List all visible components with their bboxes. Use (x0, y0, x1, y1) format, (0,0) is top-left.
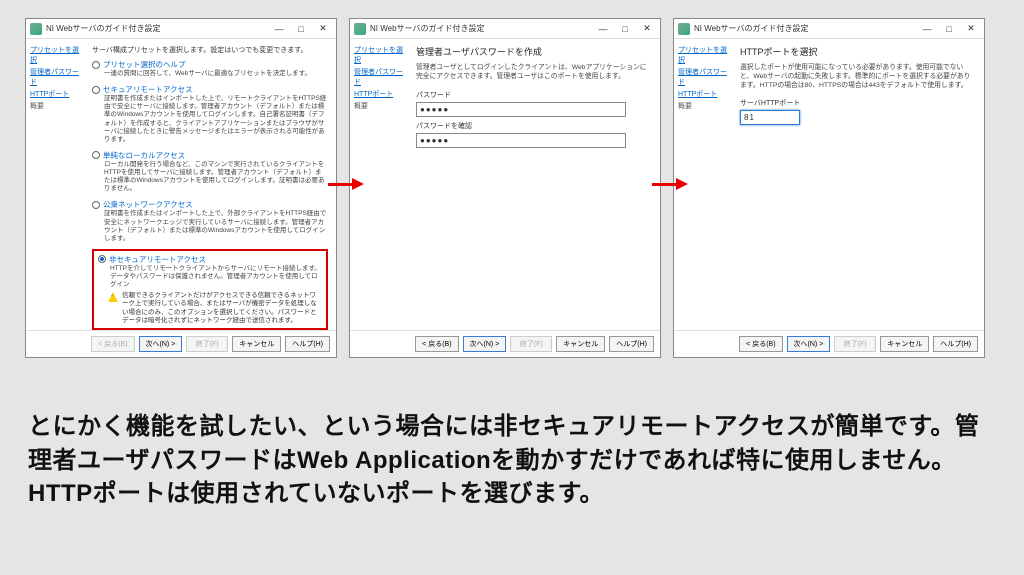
help-button[interactable]: ヘルプ(H) (285, 336, 330, 352)
content-pane: HTTPポートを選択 選択したポートが使用可能になっている必要があります。使用可… (736, 39, 984, 330)
cancel-button[interactable]: キャンセル (232, 336, 281, 352)
port-input[interactable]: 81 (740, 110, 800, 125)
option-title: 非セキュアリモートアクセス (109, 254, 206, 265)
option-desc: ローカル開発を行う場合など、このマシンで実行されているクライアントをHTTPを使… (92, 161, 328, 194)
radio-icon (92, 86, 100, 94)
page-subtext: 選択したポートが使用可能になっている必要があります。使用可能でないと、Webサー… (740, 64, 976, 90)
radio-icon (92, 151, 100, 159)
sidebar-item-summary: 概要 (678, 101, 732, 111)
option-title: プリセット選択のヘルプ (103, 59, 186, 70)
sidebar-item-httpport[interactable]: HTTPポート (354, 89, 408, 99)
annotation-caption: とにかく機能を試したい、という場合には非セキュアリモートアクセスが簡単です。管理… (28, 410, 1000, 511)
maximize-button[interactable]: □ (938, 21, 960, 37)
option-title: 単純なローカルアクセス (103, 150, 185, 161)
port-label: サーバHTTPポート (740, 98, 976, 108)
window-title: NI Webサーバのガイド付き設定 (694, 23, 916, 34)
cancel-button[interactable]: キャンセル (556, 336, 605, 352)
sidebar-item-password[interactable]: 管理者パスワード (678, 67, 732, 87)
sidebar-item-password[interactable]: 管理者パスワード (30, 67, 84, 87)
minimize-button[interactable]: — (268, 21, 290, 37)
arrow-icon (652, 178, 688, 190)
content-pane: 管理者ユーザパスワードを作成 管理者ユーザとしてログインしたクライアントは、We… (412, 39, 660, 330)
warning-row: 信頼できるクライアントだけがアクセスできる信頼できるネットワーク上で実行している… (98, 292, 322, 325)
option-desc: 証明書を作成またはインポートした上で、外部クライアントをHTTPS経由で安全にネ… (92, 210, 328, 243)
back-button: < 戻る(B) (91, 336, 134, 352)
next-button[interactable]: 次へ(N) > (139, 336, 183, 352)
page-subtext: 管理者ユーザとしてログインしたクライアントは、Webアプリケーションに完全にアク… (416, 64, 652, 82)
content-pane: サーバ構成プリセットを選択します。設定はいつでも変更できます。 プリセット選択の… (88, 39, 336, 330)
minimize-button[interactable]: — (916, 21, 938, 37)
app-icon (678, 23, 690, 35)
close-button[interactable]: ✕ (960, 21, 982, 37)
maximize-button[interactable]: □ (614, 21, 636, 37)
radio-icon (92, 61, 100, 69)
sidebar-item-preset[interactable]: プリセットを選択 (354, 45, 408, 65)
close-button[interactable]: ✕ (312, 21, 334, 37)
password-confirm-input[interactable]: ●●●●● (416, 133, 626, 148)
option-title: セキュアリモートアクセス (103, 84, 192, 95)
sidebar-item-summary: 概要 (30, 101, 84, 111)
window-http-port: NI Webサーバのガイド付き設定 — □ ✕ プリセットを選択 管理者パスワー… (673, 18, 985, 358)
radio-icon-selected (98, 255, 106, 263)
option-desc: 一連の質問に回答して、Webサーバに最適なプリセットを決定します。 (92, 70, 328, 78)
finish-button: 終了(F) (834, 336, 876, 352)
finish-button: 終了(F) (510, 336, 552, 352)
option-desc: 証明書を作成またはインポートした上で、リモートクライアントをHTTPS経由で安全… (92, 95, 328, 144)
warning-icon (108, 292, 118, 302)
top-note: サーバ構成プリセットを選択します。設定はいつでも変更できます。 (92, 45, 328, 55)
password-confirm-label: パスワードを確認 (416, 121, 652, 131)
highlighted-option-box: 非セキュアリモートアクセス HTTPを介してリモートクライアントからサーバにリモ… (92, 249, 328, 330)
sidebar-item-password[interactable]: 管理者パスワード (354, 67, 408, 87)
page-heading: HTTPポートを選択 (740, 45, 976, 58)
warning-text: 信頼できるクライアントだけがアクセスできる信頼できるネットワーク上で実行している… (122, 292, 322, 325)
next-button[interactable]: 次へ(N) > (463, 336, 507, 352)
radio-icon (92, 201, 100, 209)
button-bar: < 戻る(B) 次へ(N) > 終了(F) キャンセル ヘルプ(H) (26, 330, 336, 357)
arrow-icon (328, 178, 364, 190)
close-button[interactable]: ✕ (636, 21, 658, 37)
password-input[interactable]: ●●●●● (416, 102, 626, 117)
button-bar: < 戻る(B) 次へ(N) > 終了(F) キャンセル ヘルプ(H) (350, 330, 660, 357)
help-button[interactable]: ヘルプ(H) (609, 336, 654, 352)
finish-button: 終了(F) (186, 336, 228, 352)
option-simple-local[interactable]: 単純なローカルアクセス ローカル開発を行う場合など、このマシンで実行されているク… (92, 150, 328, 194)
app-icon (354, 23, 366, 35)
app-icon (30, 23, 42, 35)
cancel-button[interactable]: キャンセル (880, 336, 929, 352)
sidebar-item-preset[interactable]: プリセットを選択 (678, 45, 732, 65)
titlebar: NI Webサーバのガイド付き設定 — □ ✕ (674, 19, 984, 39)
window-title: NI Webサーバのガイド付き設定 (46, 23, 268, 34)
option-desc: HTTPを介してリモートクライアントからサーバにリモート接続します。データやパス… (98, 265, 322, 289)
titlebar: NI Webサーバのガイド付き設定 — □ ✕ (26, 19, 336, 39)
button-bar: < 戻る(B) 次へ(N) > 終了(F) キャンセル ヘルプ(H) (674, 330, 984, 357)
window-admin-password: NI Webサーバのガイド付き設定 — □ ✕ プリセットを選択 管理者パスワー… (349, 18, 661, 358)
minimize-button[interactable]: — (592, 21, 614, 37)
window-preset-select: NI Webサーバのガイド付き設定 — □ ✕ プリセットを選択 管理者パスワー… (25, 18, 337, 358)
window-title: NI Webサーバのガイド付き設定 (370, 23, 592, 34)
sidebar-item-preset[interactable]: プリセットを選択 (30, 45, 84, 65)
password-label: パスワード (416, 90, 652, 100)
maximize-button[interactable]: □ (290, 21, 312, 37)
next-button[interactable]: 次へ(N) > (787, 336, 831, 352)
option-title: 公衆ネットワークアクセス (103, 199, 193, 210)
help-button[interactable]: ヘルプ(H) (933, 336, 978, 352)
option-help[interactable]: プリセット選択のヘルプ 一連の質問に回答して、Webサーバに最適なプリセットを決… (92, 59, 328, 78)
sidebar-item-summary: 概要 (354, 101, 408, 111)
option-insecure-remote[interactable]: 非セキュアリモートアクセス HTTPを介してリモートクライアントからサーバにリモ… (98, 254, 322, 289)
page-heading: 管理者ユーザパスワードを作成 (416, 45, 652, 58)
back-button[interactable]: < 戻る(B) (415, 336, 458, 352)
option-secure-remote[interactable]: セキュアリモートアクセス 証明書を作成またはインポートした上で、リモートクライア… (92, 84, 328, 144)
sidebar-item-httpport[interactable]: HTTPポート (678, 89, 732, 99)
sidebar: プリセットを選択 管理者パスワード HTTPポート 概要 (26, 39, 88, 330)
sidebar-item-httpport[interactable]: HTTPポート (30, 89, 84, 99)
titlebar: NI Webサーバのガイド付き設定 — □ ✕ (350, 19, 660, 39)
option-public-network[interactable]: 公衆ネットワークアクセス 証明書を作成またはインポートした上で、外部クライアント… (92, 199, 328, 243)
back-button[interactable]: < 戻る(B) (739, 336, 782, 352)
